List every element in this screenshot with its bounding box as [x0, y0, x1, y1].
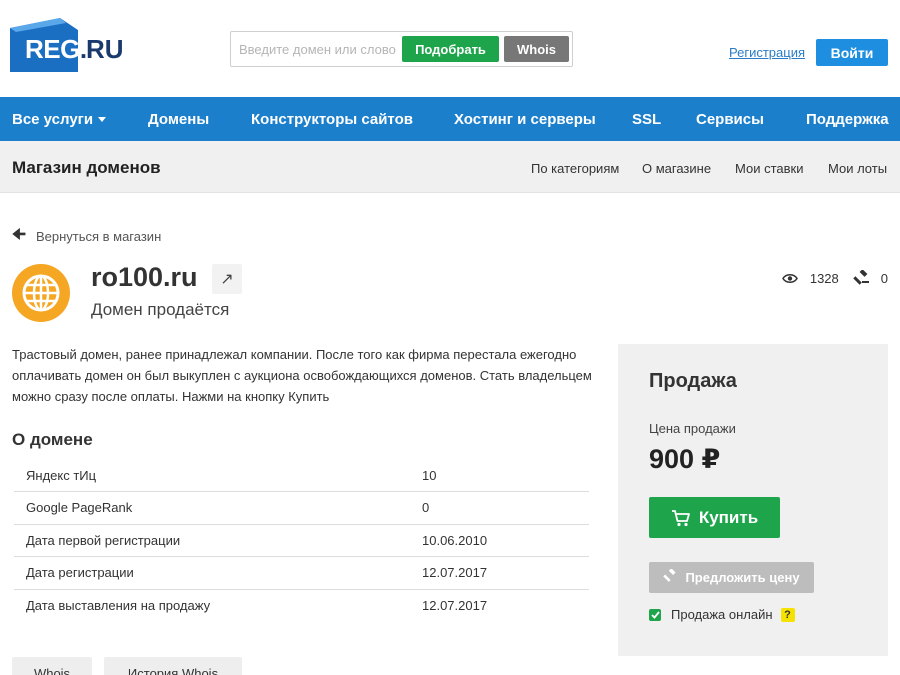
logo-suffix: RU — [86, 34, 124, 64]
domain-name: ro100.ru — [91, 262, 198, 292]
online-sale-checkbox[interactable] — [649, 608, 661, 621]
back-to-shop-link[interactable]: 🠈 Вернуться в магазин — [12, 224, 161, 249]
logo-text: REG. — [25, 34, 87, 64]
offer-price-button[interactable]: Предложить цену — [649, 562, 814, 593]
shop-title: Магазин доменов — [12, 158, 161, 177]
price-value: 900 ₽ — [649, 444, 721, 474]
shop-subnav: Магазин доменов По категориям О магазине… — [0, 141, 900, 193]
domain-whois-button[interactable]: Whois — [12, 657, 92, 675]
nav-site-builders[interactable]: Конструкторы сайтов — [251, 111, 413, 128]
back-to-shop-label: Вернуться в магазин — [35, 229, 162, 244]
gavel-icon — [663, 568, 677, 586]
views-count: 1328 — [809, 270, 839, 286]
table-row: Дата выставления на продажу 12.07.2017 — [14, 589, 589, 622]
offer-price-label: Предложить цену — [685, 570, 800, 585]
row-label: Google PageRank — [14, 491, 422, 525]
about-domain-title: О домене — [12, 430, 93, 449]
domain-description: Трастовый домен, ранее принадлежал компа… — [12, 347, 592, 404]
table-row: Яндекс тИц 10 — [14, 459, 589, 492]
login-button[interactable]: Войти — [816, 39, 888, 66]
table-row: Дата регистрации 12.07.2017 — [14, 556, 589, 590]
caret-down-icon — [98, 116, 107, 122]
external-link-icon: ↗ — [220, 271, 234, 288]
help-icon[interactable]: ? — [780, 607, 795, 622]
table-row: Дата первой регистрации 10.06.2010 — [14, 524, 589, 557]
nav-hosting-servers[interactable]: Хостинг и серверы — [454, 111, 596, 128]
domain-search-box: Подобрать Whois — [230, 31, 573, 67]
buy-button[interactable]: Купить — [649, 497, 780, 538]
whois-button[interactable]: Whois — [504, 36, 569, 62]
globe-icon — [22, 274, 60, 312]
subnav-by-categories[interactable]: По категориям — [531, 161, 619, 176]
cart-icon — [671, 509, 690, 526]
eye-icon — [781, 273, 798, 284]
reg-ru-logo[interactable]: REG. RU — [10, 18, 124, 74]
domain-search-input[interactable] — [239, 37, 401, 61]
sale-title: Продажа — [649, 370, 737, 392]
nav-support[interactable]: Поддержка — [806, 111, 889, 128]
nav-all-services[interactable]: Все услуги — [12, 111, 107, 128]
open-domain-link-button[interactable]: ↗ — [212, 264, 242, 294]
subnav-my-lots[interactable]: Мои лоты — [828, 161, 887, 176]
domain-stats: 1328 0 — [781, 270, 888, 286]
about-domain-table: Яндекс тИц 10 Google PageRank 0 Дата перво… — [14, 459, 589, 622]
online-sale-label: Продажа онлайн — [671, 607, 773, 622]
check-icon — [650, 610, 660, 619]
domain-status: Домен продаётся — [91, 300, 230, 319]
online-sale-row: Продажа онлайн ? — [649, 607, 795, 622]
row-value: 10 — [422, 459, 589, 492]
nav-domains[interactable]: Домены — [148, 111, 209, 128]
whois-history-button[interactable]: История Whois — [104, 657, 242, 675]
sale-panel: Продажа Цена продажи 900 ₽ Купить Предло… — [618, 344, 888, 656]
row-value: 12.07.2017 — [422, 556, 589, 590]
pick-domain-button[interactable]: Подобрать — [402, 36, 499, 62]
row-value: 10.06.2010 — [422, 524, 589, 557]
row-label: Дата первой регистрации — [14, 524, 422, 557]
nav-ssl[interactable]: SSL — [632, 111, 661, 128]
nav-all-services-label: Все услуги — [12, 111, 94, 128]
buy-label: Купить — [698, 507, 759, 527]
row-label: Яндекс тИц — [14, 459, 422, 492]
nav-services[interactable]: Сервисы — [696, 111, 764, 128]
register-link[interactable]: Регистрация — [729, 45, 805, 60]
row-value: 0 — [422, 491, 589, 525]
row-label: Дата выставления на продажу — [26, 598, 211, 613]
main-nav: Все услуги Домены Конструкторы сайтов Хо… — [0, 97, 900, 141]
subnav-my-bids[interactable]: Мои ставки — [735, 161, 803, 176]
subnav-about-shop[interactable]: О магазине — [642, 161, 711, 176]
bids-count: 0 — [880, 270, 888, 286]
table-row: Google PageRank 0 — [14, 491, 589, 525]
arrow-left-icon: 🠈 — [12, 226, 26, 243]
price-label: Цена продажи — [649, 421, 736, 436]
row-value: 12.07.2017 — [422, 598, 488, 613]
domain-globe-icon — [12, 264, 70, 322]
gavel-icon — [853, 270, 869, 286]
row-label: Дата регистрации — [14, 556, 422, 590]
